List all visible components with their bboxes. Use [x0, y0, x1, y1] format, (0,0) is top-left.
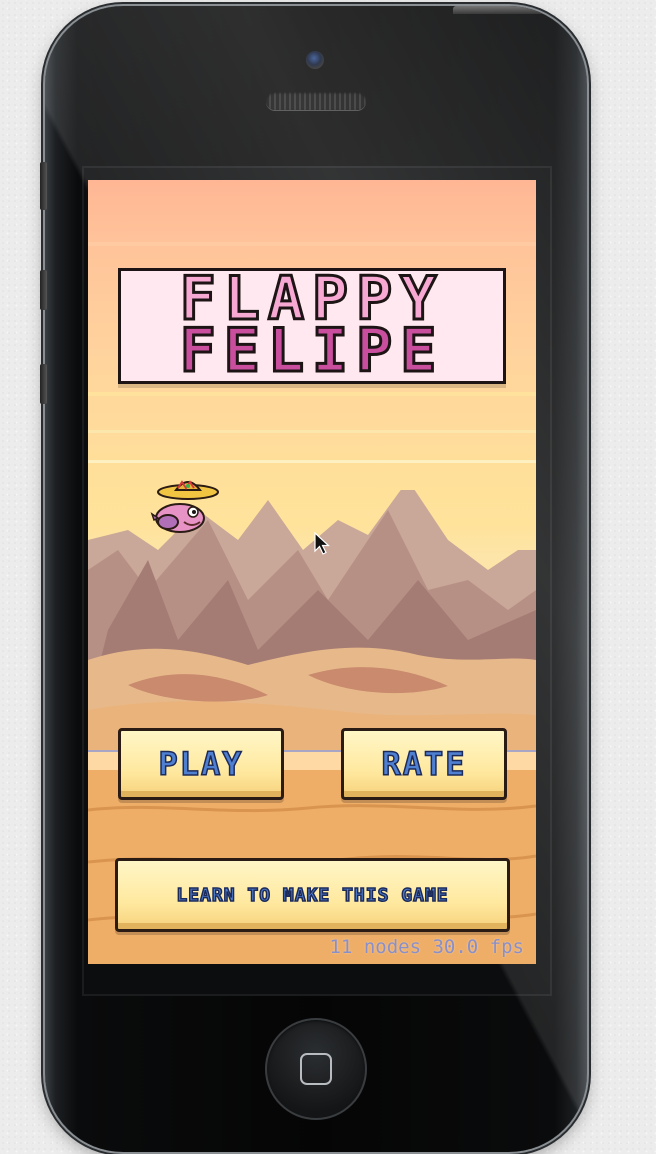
sleep-wake-button[interactable] — [453, 6, 543, 14]
fps-counter: 11 nodes 30.0 fps — [329, 936, 524, 958]
felipe-character — [150, 480, 219, 533]
earpiece-speaker — [266, 92, 366, 110]
home-button[interactable] — [265, 1018, 367, 1120]
front-camera — [306, 51, 324, 69]
sky-band — [88, 430, 536, 433]
game-logo: FLAPPY FELIPE — [118, 268, 506, 384]
volume-down-button[interactable] — [40, 364, 47, 404]
learn-to-make-game-button[interactable]: LEARN TO MAKE THIS GAME — [115, 858, 510, 932]
sky-band — [88, 460, 536, 463]
home-button-icon — [300, 1053, 332, 1085]
game-screen[interactable]: FLAPPY FELIPE PLAY RATE LEARN TO MAKE TH… — [88, 180, 536, 964]
volume-up-button[interactable] — [40, 270, 47, 310]
play-button[interactable]: PLAY — [118, 728, 284, 800]
mouse-pointer-icon — [314, 532, 330, 555]
sky-band — [88, 392, 536, 396]
mute-switch[interactable] — [40, 162, 47, 210]
sky-band — [88, 242, 536, 246]
rate-button[interactable]: RATE — [341, 728, 507, 800]
logo-title-line2: FELIPE — [178, 316, 445, 386]
